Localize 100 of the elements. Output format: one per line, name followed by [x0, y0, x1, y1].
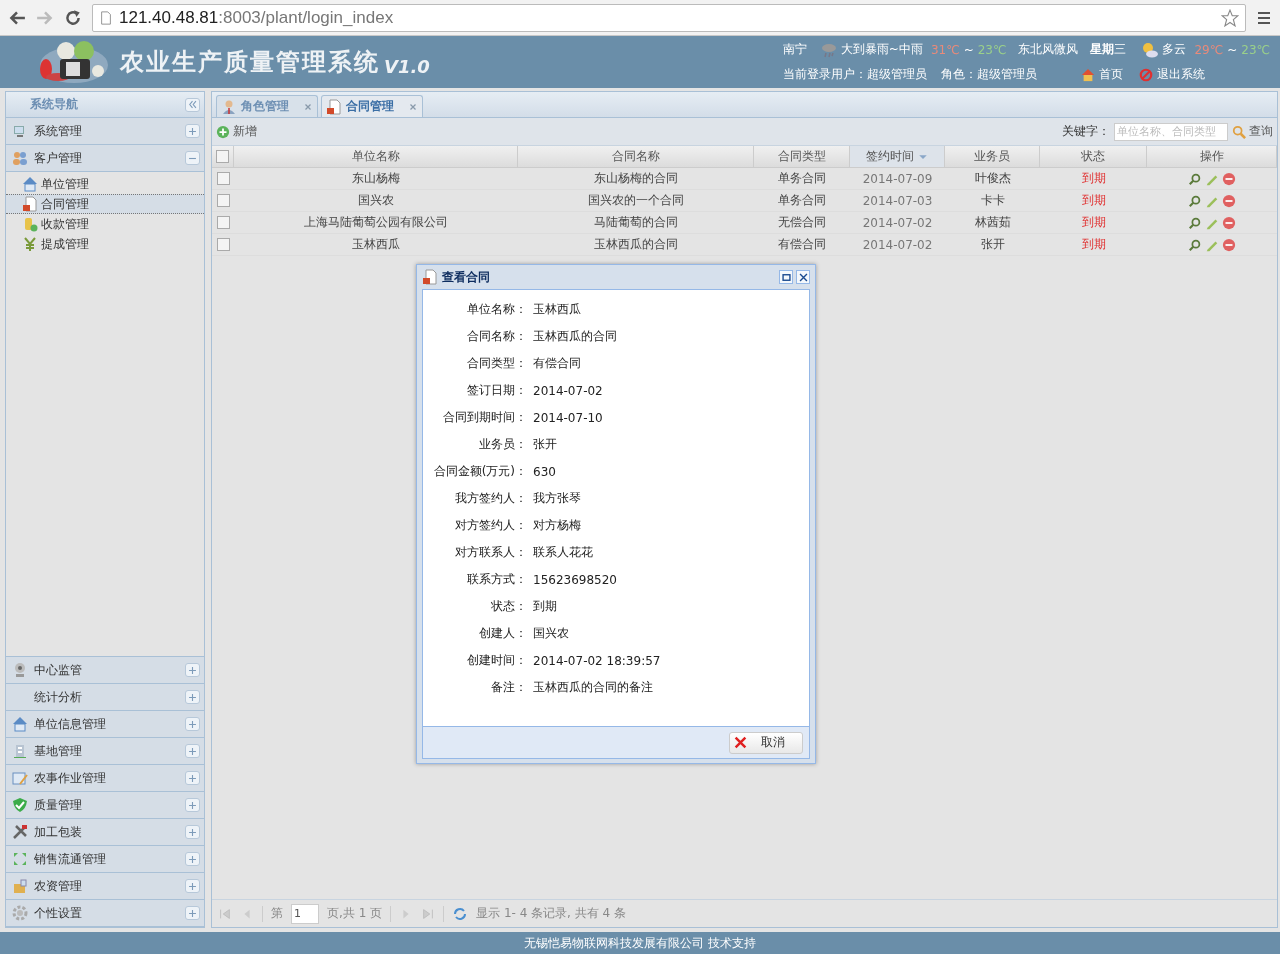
close-icon: [408, 101, 418, 112]
sidebar-group[interactable]: 客户管理: [6, 145, 204, 172]
no-entry-icon: [1138, 67, 1153, 82]
column-header[interactable]: 合同名称: [518, 146, 754, 168]
plus-icon: [187, 125, 198, 137]
sidebar-group[interactable]: 销售流通管理: [6, 846, 204, 873]
cancel-button[interactable]: 取消: [729, 731, 803, 754]
footer-text: 无锡恺易物联网科技发展有限公司 技术支持: [524, 934, 756, 952]
column-header[interactable]: 业务员: [945, 146, 1040, 168]
column-header[interactable]: 签约时间: [850, 146, 945, 168]
field-value: 2014-07-02 18:39:57: [533, 653, 662, 668]
sidebar-group[interactable]: 系统管理: [6, 118, 204, 145]
dialog-title: 查看合同: [442, 268, 490, 286]
column-header[interactable]: 操作: [1147, 146, 1277, 168]
plus-icon: [187, 853, 198, 865]
plus-icon: [187, 799, 198, 811]
temperature-high: 29℃: [1194, 42, 1224, 57]
sidebar-group[interactable]: 单位信息管理: [6, 711, 204, 738]
sidebar-item[interactable]: 提成管理: [6, 234, 204, 254]
expand-toggle[interactable]: [185, 825, 200, 839]
column-header[interactable]: 单位名称: [234, 146, 518, 168]
column-header[interactable]: 状态: [1040, 146, 1147, 168]
sidebar-group[interactable]: 加工包装: [6, 819, 204, 846]
table-cell: 张开: [980, 236, 1005, 253]
field-value: 630: [533, 464, 557, 479]
field-value: 对方杨梅: [533, 517, 582, 534]
column-header[interactable]: 合同类型: [754, 146, 850, 168]
row-checkbox[interactable]: [216, 238, 230, 251]
table-cell: 东山杨梅的合同: [594, 170, 678, 187]
users-icon: [12, 150, 28, 166]
expand-toggle[interactable]: [185, 906, 200, 920]
table-cell: 到期: [1081, 214, 1106, 231]
table-cell: 到期: [1081, 170, 1106, 187]
plus-icon: [187, 691, 198, 703]
sidebar-group[interactable]: 统计分析: [6, 684, 204, 711]
first-page-icon: [218, 906, 232, 921]
weather-today: 大到暴雨~中雨: [840, 41, 923, 58]
table-cell: 卡卡: [980, 192, 1005, 209]
row-checkbox[interactable]: [216, 216, 230, 229]
expand-toggle[interactable]: [185, 879, 200, 893]
cross-icon: [734, 736, 747, 749]
expand-toggle[interactable]: [185, 798, 200, 812]
minus-circle-icon: [1222, 237, 1236, 252]
gear-icon: [12, 905, 28, 921]
sidebar-item[interactable]: 单位管理: [6, 174, 204, 194]
expand-toggle[interactable]: [185, 717, 200, 731]
sidebar-group[interactable]: 质量管理: [6, 792, 204, 819]
expand-toggle[interactable]: [185, 744, 200, 758]
sidebar-group[interactable]: 个性设置: [6, 900, 204, 927]
sidebar-group[interactable]: 基地管理: [6, 738, 204, 765]
minus-circle-icon: [1222, 171, 1236, 186]
document-icon: [326, 98, 342, 115]
close-button[interactable]: [796, 270, 810, 284]
sidebar-group[interactable]: 农资管理: [6, 873, 204, 900]
field-value: 玉林西瓜: [533, 301, 582, 318]
form-pencil-icon: [12, 770, 28, 786]
weather-tomorrow: 多云: [1162, 41, 1187, 58]
table-cell: 2014-07-03: [862, 193, 933, 208]
plus-icon: [187, 718, 198, 730]
temperature-separator: ~: [963, 42, 974, 57]
plus-icon: [187, 907, 198, 919]
add-button[interactable]: 新增: [216, 123, 257, 140]
address-bar[interactable]: 121.40.48.81:8003/plant/login_index: [92, 3, 1246, 32]
menu-icon: [1256, 9, 1272, 26]
sidebar-item[interactable]: 收款管理: [6, 214, 204, 234]
tab[interactable]: 合同管理: [321, 95, 423, 117]
shield-check-icon: [12, 797, 28, 813]
sidebar-group[interactable]: 中心监管: [6, 657, 204, 684]
magnifier-icon: [1188, 193, 1202, 208]
table-cell: 单务合同: [778, 170, 826, 187]
table-cell: 上海马陆葡萄公园有限公司: [304, 214, 448, 231]
person-icon: [221, 98, 237, 115]
page-number-field[interactable]: 1: [291, 903, 319, 924]
sidebar-item[interactable]: 合同管理: [6, 194, 204, 214]
row-checkbox[interactable]: [216, 194, 230, 207]
sidebar-group[interactable]: 农事作业管理: [6, 765, 204, 792]
page-prefix: 第: [271, 905, 283, 922]
expand-toggle[interactable]: [185, 690, 200, 704]
expand-toggle[interactable]: [185, 771, 200, 785]
row-checkbox[interactable]: [216, 172, 230, 185]
reload-icon: [64, 8, 82, 27]
temperature-high: 31℃: [930, 42, 960, 57]
plus-icon: [187, 880, 198, 892]
expand-toggle[interactable]: [185, 124, 200, 138]
tools-icon: [12, 824, 28, 840]
expand-toggle[interactable]: [185, 151, 200, 165]
field-label: 备注：: [490, 679, 527, 696]
table-cell: 有偿合同: [778, 236, 826, 253]
search-button[interactable]: 查询: [1232, 123, 1273, 140]
collapse-button[interactable]: [185, 97, 200, 112]
close-icon: [303, 101, 313, 112]
expand-toggle[interactable]: [185, 852, 200, 866]
select-all-checkbox[interactable]: [216, 150, 229, 163]
maximize-button[interactable]: [779, 270, 793, 284]
magnifier-icon: [1188, 237, 1202, 252]
keyword-label: 关键字：: [1062, 123, 1110, 140]
app-title: 农业生产质量管理系统: [120, 47, 380, 78]
field-label: 对方联系人：: [454, 544, 527, 561]
close-icon: [797, 271, 809, 283]
expand-toggle[interactable]: [185, 663, 200, 677]
